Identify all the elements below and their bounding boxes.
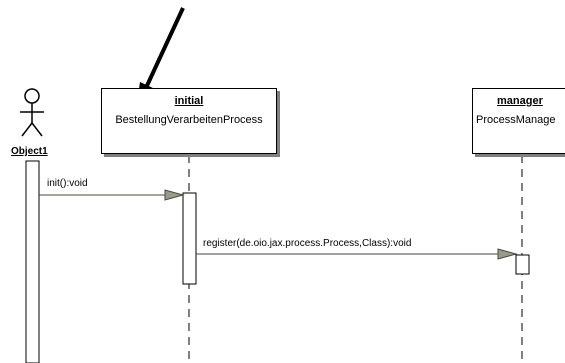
message-arrow-register xyxy=(196,248,518,260)
message-label-init: init():void xyxy=(47,178,88,189)
actor-label: Object1 xyxy=(11,146,48,157)
sequence-diagram: Object1 initial BestellungVerarbeitenPro… xyxy=(0,0,565,363)
object-box-manager[interactable]: manager ProcessManage xyxy=(472,88,565,154)
object-class-initial: BestellungVerarbeitenProcess xyxy=(115,114,263,126)
actor-figure xyxy=(20,88,44,137)
object-name-initial: initial xyxy=(174,95,204,107)
activation-manager xyxy=(515,254,530,275)
object-name-manager: manager xyxy=(497,95,543,107)
object-box-initial[interactable]: initial BestellungVerarbeitenProcess xyxy=(101,88,277,154)
message-label-register: register(de.oio.jax.process.Process,Clas… xyxy=(203,238,412,249)
message-arrow-init xyxy=(39,189,185,201)
object-class-manager: ProcessManage xyxy=(476,114,556,126)
actor-activation-bar xyxy=(25,160,40,363)
activation-initial xyxy=(182,192,197,285)
